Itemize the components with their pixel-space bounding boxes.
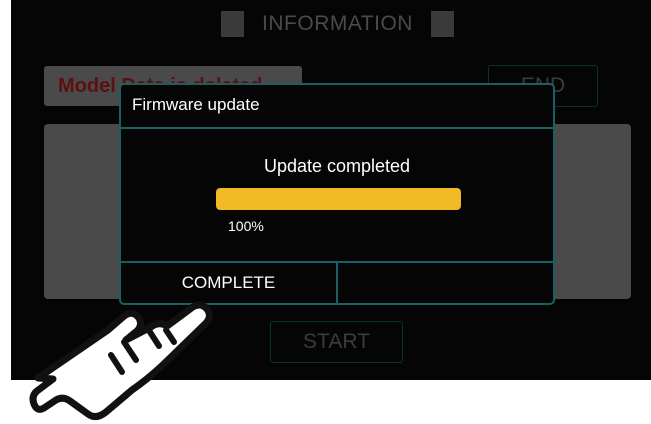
dialog-right-button[interactable] — [338, 263, 553, 303]
progress-percent: 100% — [228, 218, 264, 234]
title-left-block — [221, 11, 244, 37]
screen-title-bar: INFORMATION — [221, 10, 454, 38]
page: INFORMATION Model Data is deleted. END S… — [0, 0, 651, 424]
start-button[interactable]: START — [270, 321, 403, 363]
progress-bar — [216, 188, 461, 210]
progress-fill — [216, 188, 461, 210]
update-status-message: Update completed — [263, 156, 411, 176]
firmware-update-dialog: Firmware update Update completed 100% CO… — [119, 83, 555, 305]
screen-title: INFORMATION — [262, 12, 413, 35]
pointing-hand-icon — [29, 301, 213, 421]
dialog-footer: COMPLETE — [121, 261, 553, 303]
title-right-block — [431, 11, 454, 37]
dialog-title: Firmware update — [121, 85, 553, 129]
complete-button[interactable]: COMPLETE — [121, 263, 338, 303]
